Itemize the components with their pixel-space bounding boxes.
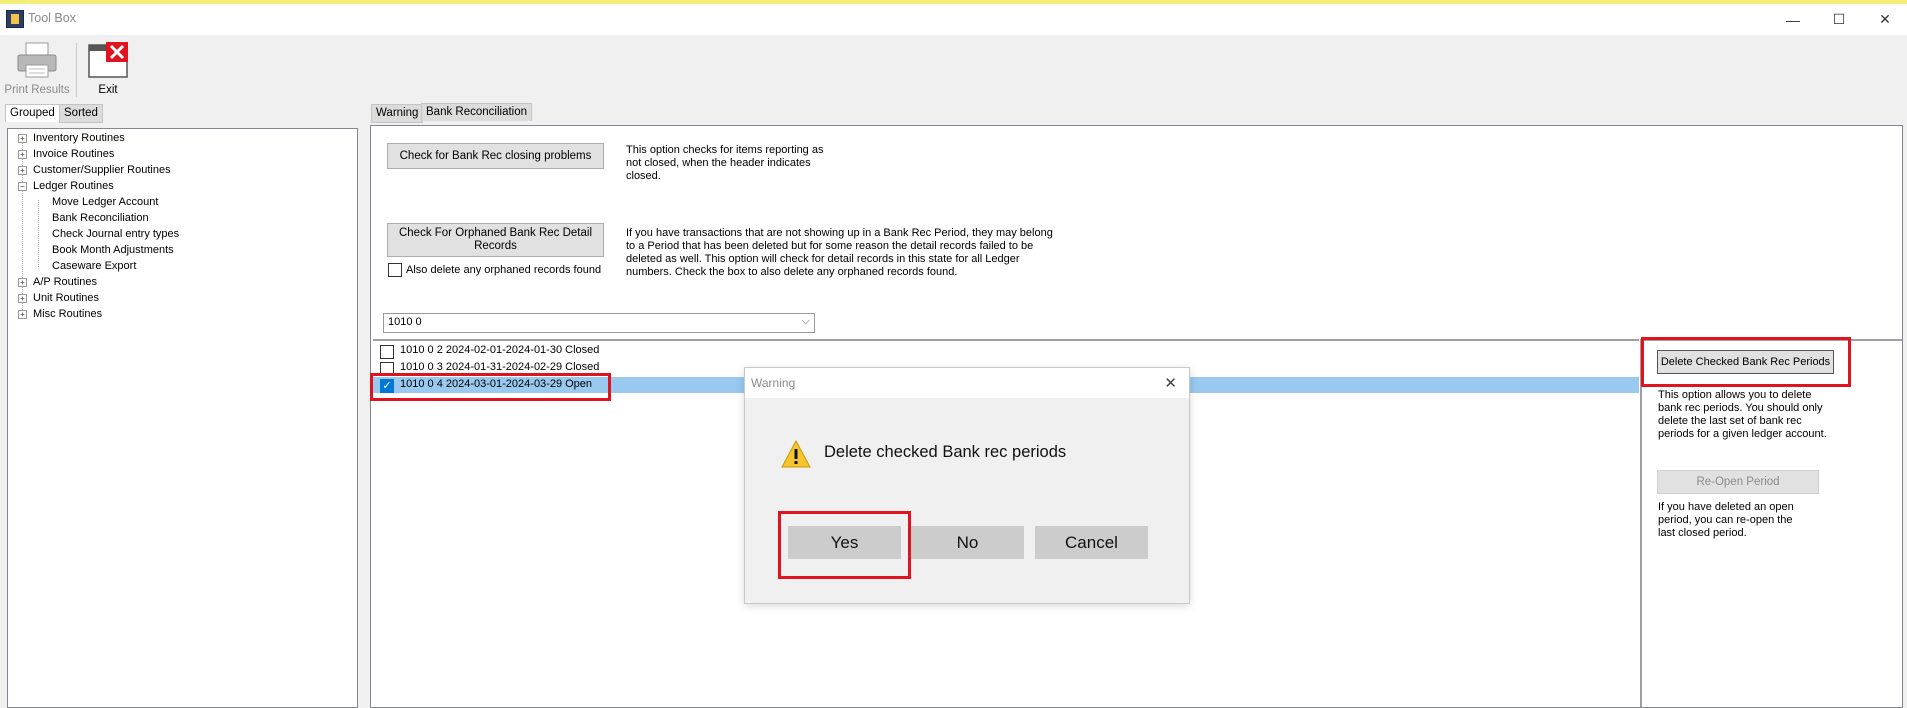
warning-icon (781, 440, 811, 468)
exit-label: Exit (98, 84, 118, 96)
tree-item-check-journal[interactable]: Check Journal entry types (52, 228, 179, 240)
expand-icon[interactable]: + (18, 278, 27, 287)
print-results-label: Print Results (4, 84, 70, 96)
ledger-select[interactable]: 1010 0 ⌵ (383, 313, 815, 333)
tab-warning[interactable]: Warning (371, 104, 424, 123)
dialog-title-bar (745, 368, 1189, 398)
reopen-description: If you have deleted an open period, you … (1658, 501, 1794, 539)
closing-description: This option checks for items reporting a… (626, 144, 824, 182)
callout-yes-button (778, 511, 911, 579)
tree-item-book-month[interactable]: Book Month Adjustments (52, 244, 174, 256)
dialog-message: Delete checked Bank rec periods (824, 443, 1067, 461)
expand-icon[interactable]: + (18, 294, 27, 303)
delete-orphans-label: Also delete any orphaned records found (406, 264, 602, 276)
tab-bank-reconciliation[interactable]: Bank Reconciliation (421, 103, 533, 121)
expand-icon[interactable]: + (18, 134, 27, 143)
delete-description: This option allows you to delete bank re… (1658, 389, 1827, 440)
tree-item-unit[interactable]: Unit Routines (33, 292, 99, 304)
minimize-button[interactable]: — (1770, 4, 1816, 35)
window-title: Tool Box (28, 11, 76, 25)
tree-item-ledger[interactable]: Ledger Routines (33, 180, 114, 192)
print-results-button[interactable]: Print Results (3, 41, 71, 96)
tree-item-bank-reconciliation[interactable]: Bank Reconciliation (52, 212, 149, 224)
expand-icon[interactable]: + (18, 166, 27, 175)
tree-item-inventory[interactable]: Inventory Routines (33, 132, 125, 144)
no-button[interactable]: No (911, 526, 1024, 559)
close-window-button[interactable]: ✕ (1862, 4, 1907, 35)
ledger-select-value: 1010 0 (388, 316, 422, 328)
toolbar (0, 35, 1907, 100)
period-row[interactable]: 1010 0 3 2024-01-31-2024-02-29 Closed (400, 361, 599, 373)
reopen-period-button[interactable]: Re-Open Period (1657, 470, 1819, 494)
orphan-description: If you have transactions that are not sh… (626, 227, 1053, 278)
delete-orphans-checkbox[interactable] (388, 263, 402, 277)
tree-guide-line-sub (38, 200, 40, 267)
tree-item-ap[interactable]: A/P Routines (33, 276, 97, 288)
tree-item-caseware[interactable]: Caseware Export (52, 260, 136, 272)
tab-grouped[interactable]: Grouped (5, 104, 60, 122)
exit-icon (88, 42, 128, 78)
period-row[interactable]: 1010 0 2 2024-02-01-2024-01-30 Closed (400, 344, 599, 356)
check-closing-problems-button[interactable]: Check for Bank Rec closing problems (387, 143, 604, 169)
app-icon (6, 10, 24, 28)
maximize-button[interactable]: ☐ (1816, 4, 1862, 35)
tree-item-misc[interactable]: Misc Routines (33, 308, 102, 320)
tree-item-move-ledger[interactable]: Move Ledger Account (52, 196, 158, 208)
tab-sorted[interactable]: Sorted (59, 104, 103, 123)
chevron-down-icon: ⌵ (801, 315, 810, 327)
printer-icon (17, 42, 57, 78)
expand-icon[interactable]: + (18, 150, 27, 159)
toolbar-separator (76, 43, 77, 97)
callout-delete-button (1641, 337, 1851, 387)
tree-item-invoice[interactable]: Invoice Routines (33, 148, 114, 160)
tree-guide-line (22, 138, 24, 318)
exit-button[interactable]: Exit (84, 41, 132, 96)
cancel-button[interactable]: Cancel (1035, 526, 1148, 559)
collapse-icon[interactable]: − (18, 182, 27, 191)
period-checkbox[interactable] (380, 345, 394, 359)
title-bar (0, 4, 1907, 35)
check-orphaned-records-button[interactable]: Check For Orphaned Bank Rec Detail Recor… (387, 223, 604, 257)
dialog-close-button[interactable]: ✕ (1164, 374, 1177, 392)
dialog-title: Warning (751, 376, 796, 390)
tree-item-customer-supplier[interactable]: Customer/Supplier Routines (33, 164, 171, 176)
expand-icon[interactable]: + (18, 310, 27, 319)
callout-selected-period (370, 373, 611, 401)
